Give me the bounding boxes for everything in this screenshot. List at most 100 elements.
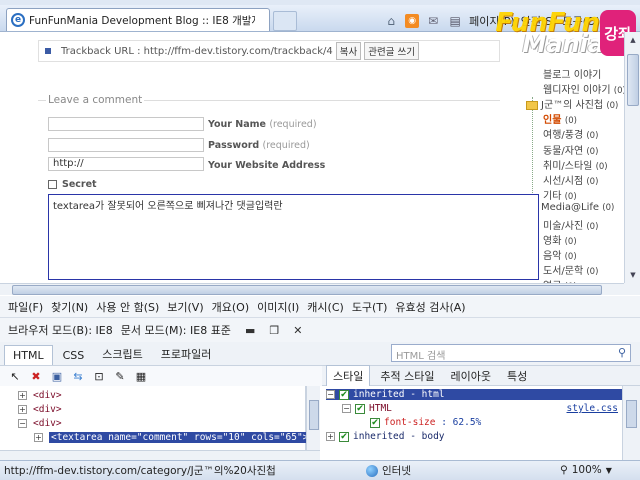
style-side-tab[interactable]: 스타일 [326,364,371,387]
safety-menu[interactable]: 안전(S) [521,13,557,29]
style-pane-scrollbar[interactable] [622,386,640,460]
style-side-tab[interactable]: 추적 스타일 [374,366,440,386]
sidebar-item[interactable]: 영화 (0) [543,232,577,247]
secret-checkbox[interactable] [48,180,57,189]
page-scroll-thumb[interactable] [627,54,639,106]
comment-legend: Leave a comment [46,94,145,106]
devtools-menu-bar: 파일(F) 찾기(N) 사용 안 함(S) 보기(V) 개요(O) 이미지(I) 캐시(C)… [0,296,640,318]
sidebar-item[interactable]: 블로그 이야기 [543,66,601,81]
mail-icon[interactable]: ✉ [425,13,441,29]
website-label: Your Website Address [208,160,326,171]
style-side-tabs: 스타일 추적 스타일 레이아웃 특성 [322,364,640,387]
devtools-mode-bar: 브라우저 모드(B): IE8 문서 모드(M): IE8 표준 ▬ ❐ ✕ [0,318,640,342]
command-bar: ⌂ ◉ ✉ ▤ 페이지(P) 안전(S) 도구(O) [383,13,600,29]
html-pane-scrollbar[interactable] [306,386,320,460]
sidebar-item[interactable]: Media@Life (0) [526,202,614,213]
secret-option[interactable]: Secret [48,179,97,190]
sidebar-item[interactable]: J군™의 사진첩 (0) [526,96,618,111]
tab-bar: e FunFunMania Development Blog :: IE8 개발… [0,5,640,32]
devtools-menu-item[interactable]: 캐시(C) [307,299,344,315]
browser-mode-menu[interactable]: 브라우저 모드(B): IE8 [8,322,113,338]
tree-node[interactable]: − <div> [18,418,62,429]
style-side-tab[interactable]: 레이아웃 [444,366,496,386]
zoom-icon: ⚲ [560,464,568,476]
devtools-menu-item[interactable]: 이미지(I) [257,299,299,315]
sidebar-item[interactable]: 웹디자인 이야기 (0) [543,81,624,96]
style-pane: − ✔ inherited - html − ✔ HTML style.css ✔ fon… [322,386,622,460]
tree-node[interactable]: + <div> [18,390,62,401]
browser-tab[interactable]: e FunFunMania Development Blog :: IE8 개발… [6,8,270,31]
devtools-toolbar: ↖ ✖ ▣ ⇆ ⊡ ✎ ▦ [0,366,322,386]
devtools-menu-item[interactable]: 도구(T) [352,299,388,315]
new-tab-button[interactable] [273,11,297,31]
password-label: Password (required) [208,140,310,151]
globe-icon [366,464,378,477]
devtools-menu-item[interactable]: 유효성 검사(A) [395,299,465,315]
sidebar-item[interactable]: 취미/스타일 (0) [543,157,608,172]
edit-icon[interactable]: ✎ [113,369,127,383]
tree-node-textarea[interactable]: + <textarea name="comment" rows="10" cols… [34,432,311,443]
secret-label: Secret [62,179,97,190]
devtools-menu-item[interactable]: 찾기(N) [51,299,88,315]
close-icon[interactable]: ✕ [293,324,302,337]
website-input[interactable]: http:// [48,157,204,171]
restore-icon[interactable]: ❐ [269,324,279,337]
sidebar-item[interactable]: 시선/시점 (0) [543,172,598,187]
style-rule-inherited-body[interactable]: + ✔ inherited - body [326,431,445,442]
print-icon[interactable]: ▤ [447,13,463,29]
trackback-box: Trackback URL : http://ffm-dev.tistory.c… [38,40,500,62]
document-mode-menu[interactable]: 문서 모드(M): IE8 표준 [121,322,231,338]
comment-textarea[interactable]: textarea가 잘못되어 오른쪽으로 삐져나간 댓글입력란 [48,194,539,280]
password-input[interactable] [48,138,204,152]
rss-icon[interactable]: ◉ [405,14,420,28]
style-rule-inherited-html[interactable]: − ✔ inherited - html [326,389,622,400]
html-search-input[interactable]: HTML 검색 ⚲ [391,344,631,362]
devtools-tab[interactable]: CSS [55,346,93,365]
sidebar-item[interactable]: 인물 (0) [543,111,577,126]
sidebar-item[interactable]: 미술/사진 (0) [543,217,598,232]
devtools-tab[interactable]: 프로파일러 [153,343,220,365]
write-related-button[interactable]: 관련글 쓰기 [364,42,419,60]
scroll-corner [624,283,640,295]
chevron-down-icon: ▼ [605,465,612,475]
clear-icon[interactable]: ✖ [29,369,43,383]
page-hscroll-thumb[interactable] [12,285,602,295]
page-vertical-scrollbar[interactable]: ▲ ▼ [624,32,640,283]
search-icon[interactable]: ⚲ [618,346,626,359]
style-side-tab[interactable]: 특성 [501,366,533,386]
save-icon[interactable]: ▣ [50,369,64,383]
html-pane-hscrollbar[interactable] [0,450,320,460]
sidebar-item[interactable]: 음악 (0) [543,247,577,262]
trackback-url: Trackback URL : http://ffm-dev.tistory.c… [61,45,333,57]
page-horizontal-scrollbar[interactable] [0,283,624,295]
dom-icon[interactable]: ⊡ [92,369,106,383]
select-element-icon[interactable]: ↖ [8,369,22,383]
minimize-icon[interactable]: ▬ [245,324,255,337]
page-content: Trackback URL : http://ffm-dev.tistory.c… [0,32,624,283]
devtools-menu-item[interactable]: 파일(F) [8,299,43,315]
copy-button[interactable]: 복사 [335,42,362,60]
tools-menu[interactable]: 도구(O) [563,13,600,29]
home-icon[interactable]: ⌂ [383,13,399,29]
sidebar-item[interactable]: 동물/자연 (0) [543,142,598,157]
devtools-menu-item[interactable]: 개요(O) [212,299,249,315]
sidebar-item[interactable]: 여행/풍경 (0) [543,126,598,141]
name-input[interactable] [48,117,204,131]
style-prop-font-size[interactable]: ✔ font-size : 62.5% [370,417,481,428]
style-rule-html[interactable]: − ✔ HTML [342,403,392,414]
word-wrap-icon[interactable]: ▦ [134,369,148,383]
security-zone[interactable]: 인터넷 [366,463,411,478]
refresh-icon[interactable]: ⇆ [71,369,85,383]
zoom-control[interactable]: ⚲ 100% ▼ [560,464,612,476]
tree-node[interactable]: + <div> [18,404,62,415]
devtools-tab[interactable]: 스크립트 [94,343,150,365]
style-source-link[interactable]: style.css [567,403,618,414]
status-url: http://ffm-dev.tistory.com/category/J군™의… [4,465,276,477]
page-menu[interactable]: 페이지(P) [469,13,515,29]
tab-title: FunFunMania Development Blog :: IE8 개발자.… [29,14,255,27]
devtools-tab[interactable]: HTML [4,345,53,365]
devtools-menu-item[interactable]: 보기(V) [167,299,203,315]
devtools-menu-item[interactable]: 사용 안 함(S) [96,299,159,315]
sidebar-item[interactable]: 도서/문학 (0) [543,262,598,277]
sidebar-item[interactable]: 기타 (0) [543,187,577,202]
